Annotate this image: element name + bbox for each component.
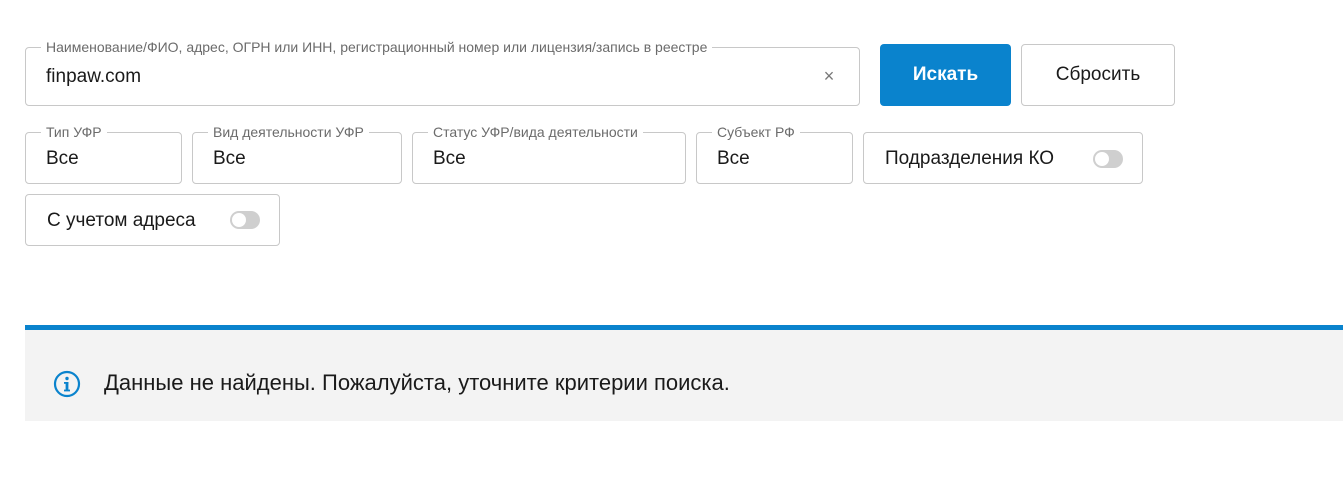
ko-divisions-label: Подразделения КО: [885, 148, 1055, 169]
ko-divisions-toggle-box[interactable]: Подразделения КО: [863, 132, 1143, 184]
info-icon: [53, 370, 81, 398]
search-page: Наименование/ФИО, адрес, ОГРН или ИНН, р…: [0, 0, 1343, 481]
filter-subject-select[interactable]: Субъект РФ Все: [696, 124, 853, 184]
filter-type-value: Все: [46, 148, 79, 169]
filter-type-label: Тип УФР: [41, 124, 107, 140]
search-field-label: Наименование/ФИО, адрес, ОГРН или ИНН, р…: [41, 39, 713, 55]
filter-activity-value: Все: [213, 148, 246, 169]
filter-type-select[interactable]: Тип УФР Все: [25, 124, 182, 184]
clear-icon[interactable]: ×: [821, 66, 837, 86]
filter-status-value: Все: [433, 148, 466, 169]
no-results-notice: Данные не найдены. Пожалуйста, уточните …: [25, 325, 1343, 421]
filter-activity-label: Вид деятельности УФР: [208, 124, 369, 140]
filter-subject-value: Все: [717, 148, 750, 169]
filter-activity-select[interactable]: Вид деятельности УФР Все: [192, 124, 402, 184]
reset-button[interactable]: Сбросить: [1021, 44, 1175, 106]
ko-divisions-toggle[interactable]: [1093, 150, 1123, 168]
filter-subject-label: Субъект РФ: [712, 124, 800, 140]
filter-status-label: Статус УФР/вида деятельности: [428, 124, 643, 140]
with-address-label: С учетом адреса: [47, 210, 196, 231]
search-field[interactable]: Наименование/ФИО, адрес, ОГРН или ИНН, р…: [25, 39, 860, 106]
with-address-toggle[interactable]: [230, 211, 260, 229]
no-results-message: Данные не найдены. Пожалуйста, уточните …: [104, 370, 730, 395]
filter-status-select[interactable]: Статус УФР/вида деятельности Все: [412, 124, 686, 184]
search-input-value[interactable]: finpaw.com: [46, 66, 141, 88]
search-button[interactable]: Искать: [880, 44, 1011, 106]
with-address-toggle-box[interactable]: С учетом адреса: [25, 194, 280, 246]
